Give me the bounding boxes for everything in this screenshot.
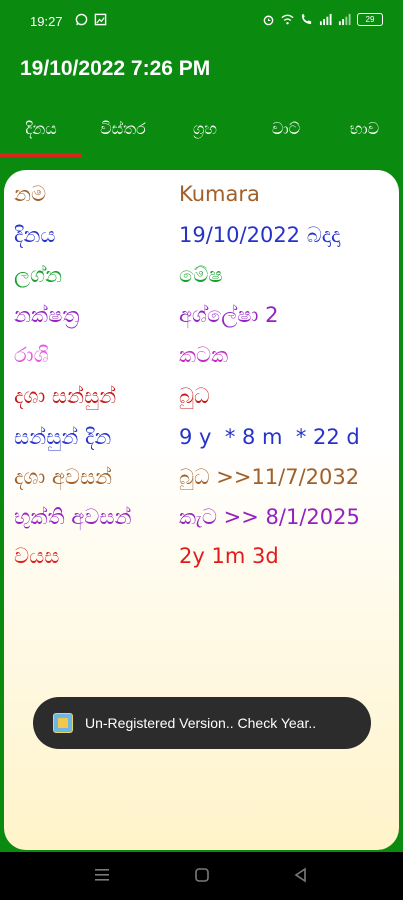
row-value: අශ්ලේෂා 2	[179, 302, 279, 327]
row-dasha-end: දශා අවසන් බුධ >>11/7/2032	[14, 458, 394, 496]
row-label: දශා අවසන්	[14, 464, 113, 489]
row-value: 2y 1m 3d	[179, 544, 279, 568]
tab-bar: දිනය විස්තර ග්‍රහ වාට් භාව	[0, 100, 403, 158]
row-value: කැට >> 8/1/2025	[179, 504, 360, 529]
alarm-icon	[263, 15, 274, 26]
tab-label: වාට්	[271, 119, 301, 138]
recent-apps-icon[interactable]	[94, 866, 110, 884]
row-age: වයස 2y 1m 3d	[14, 537, 394, 575]
tab-label: දිනය	[25, 119, 57, 138]
row-label: නක්ෂත්‍ර	[14, 302, 80, 327]
tab-dinaya[interactable]: දිනය	[0, 100, 82, 158]
app-icon	[53, 713, 73, 733]
row-date: දිනය 19/10/2022 බදාදා	[14, 216, 394, 254]
system-icons: 29	[262, 13, 383, 26]
app-title: 19/10/2022 7:26 PM	[20, 57, 211, 80]
tab-vat[interactable]: වාට්	[246, 100, 326, 158]
row-value: 9 y * 8 m * 22 d	[179, 425, 360, 449]
toast-text: Un-Registered Version.. Check Year..	[85, 715, 317, 731]
row-nakshatra: නක්ෂත්‍ර අශ්ලේෂා 2	[14, 296, 394, 334]
row-value: Kumara	[179, 182, 260, 206]
row-value: 19/10/2022 බදාදා	[179, 222, 341, 247]
notification-icons	[75, 13, 107, 26]
system-nav-bar	[0, 852, 403, 900]
tab-label: භාව	[349, 119, 380, 138]
row-value: බුධ >>11/7/2032	[179, 464, 360, 489]
volte-call-icon	[301, 13, 312, 25]
tab-label: ග්‍රහ	[192, 119, 218, 138]
row-label: නම	[14, 181, 47, 206]
row-label: සන්සුන් දින	[14, 424, 112, 449]
gallery-icon	[94, 13, 107, 26]
row-label: ලග්න	[14, 262, 63, 287]
row-bhukti-end: භුක්ති අවසන් කැට >> 8/1/2025	[14, 498, 394, 536]
back-icon[interactable]	[293, 866, 309, 884]
active-tab-indicator	[0, 153, 82, 157]
row-label: වයස	[14, 543, 60, 568]
row-value: කටක	[179, 342, 229, 367]
row-label: භුක්ති අවසන්	[14, 504, 132, 529]
row-rashi: රාශි කටක	[14, 336, 394, 374]
status-time: 19:27	[30, 14, 63, 29]
signal-icon	[319, 13, 332, 26]
tab-graha[interactable]: ග්‍රහ	[164, 100, 246, 158]
app-bar: 19/10/2022 7:26 PM	[0, 40, 403, 100]
toast-message: Un-Registered Version.. Check Year..	[33, 697, 371, 749]
row-dasha-days: සන්සුන් දින 9 y * 8 m * 22 d	[14, 418, 394, 456]
row-label: රාශි	[14, 342, 49, 367]
signal-2-icon	[338, 13, 351, 26]
row-label: දශා සන්සුන්	[14, 383, 117, 408]
row-label: දිනය	[14, 222, 56, 247]
status-bar: 19:27 29	[0, 0, 403, 40]
home-icon[interactable]	[194, 866, 210, 884]
row-value: මේෂ	[179, 262, 223, 287]
tab-bhava[interactable]: භාව	[326, 100, 403, 158]
row-value: බුධ	[179, 383, 210, 408]
row-name: නම Kumara	[14, 175, 394, 213]
battery-icon: 29	[357, 13, 383, 26]
whatsapp-icon	[75, 13, 88, 26]
row-lagna: ලග්න මේෂ	[14, 256, 394, 294]
row-dasha: දශා සන්සුන් බුධ	[14, 377, 394, 415]
tab-vistara[interactable]: විස්තර	[82, 100, 164, 158]
wifi-icon	[281, 14, 294, 25]
tab-label: විස්තර	[100, 119, 146, 138]
